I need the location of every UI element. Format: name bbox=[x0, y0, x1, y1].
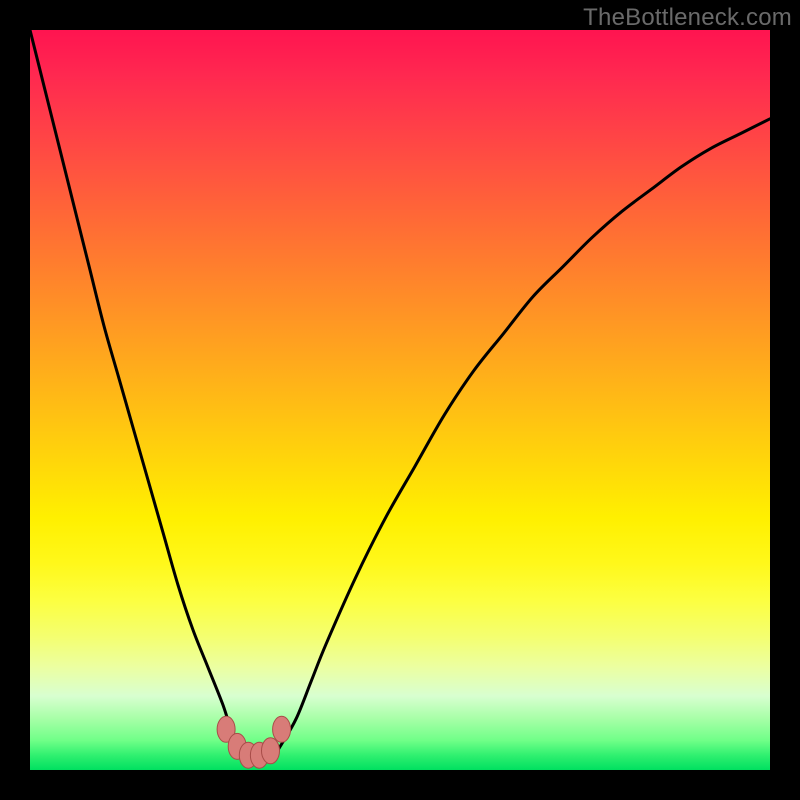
bottleneck-curve bbox=[30, 30, 770, 763]
bottleneck-marker bbox=[262, 738, 280, 764]
bottleneck-marker bbox=[273, 716, 291, 742]
curve-layer bbox=[30, 30, 770, 770]
plot-area bbox=[30, 30, 770, 770]
chart-frame: TheBottleneck.com bbox=[0, 0, 800, 800]
bottleneck-markers bbox=[217, 716, 291, 768]
watermark-text: TheBottleneck.com bbox=[583, 4, 792, 32]
